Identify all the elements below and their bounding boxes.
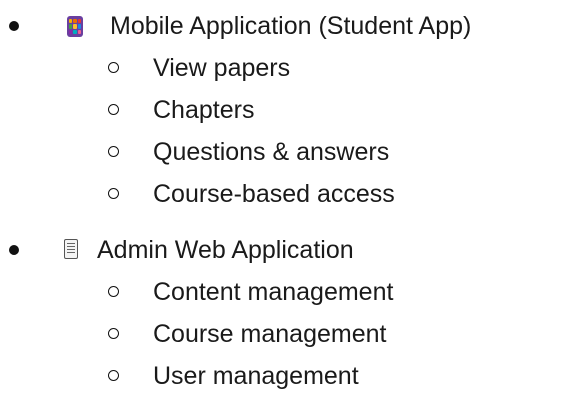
list-item-admin-web-application: Admin Web Application — [0, 230, 563, 270]
sub-list-item-label: Content management — [153, 278, 394, 306]
sub-list-item: View papers — [0, 48, 563, 88]
sub-list-item-label: User management — [153, 362, 359, 390]
sub-list-item: User management — [0, 356, 563, 396]
sub-list-item: Content management — [0, 272, 563, 312]
mobile-app-icon — [67, 16, 83, 37]
sub-list-item-label: Course-based access — [153, 180, 395, 208]
sub-list-item: Chapters — [0, 90, 563, 130]
sub-list-item-label: Questions & answers — [153, 138, 390, 166]
document-icon — [64, 239, 78, 259]
list-item-label: Mobile Application (Student App) — [110, 12, 472, 40]
bullet-ring — [108, 104, 119, 115]
bullet-ring — [108, 62, 119, 73]
sub-list-item-label: View papers — [153, 54, 291, 82]
sub-list-item: Questions & answers — [0, 132, 563, 172]
bullet-ring — [108, 286, 119, 297]
sub-list-item-label: Course management — [153, 320, 387, 348]
bullet-ring — [108, 328, 119, 339]
sub-list-item: Course management — [0, 314, 563, 354]
bullet-ring — [108, 188, 119, 199]
bullet-dot — [9, 245, 19, 255]
bullet-dot — [9, 21, 19, 31]
sub-list-item: Course-based access — [0, 174, 563, 214]
document-page: Mobile Application (Student App) View pa… — [0, 0, 563, 406]
list-item-label: Admin Web Application — [97, 236, 354, 264]
sub-list-item-label: Chapters — [153, 96, 255, 124]
list-item-mobile-application: Mobile Application (Student App) — [0, 6, 563, 46]
bullet-ring — [108, 146, 119, 157]
bullet-ring — [108, 370, 119, 381]
